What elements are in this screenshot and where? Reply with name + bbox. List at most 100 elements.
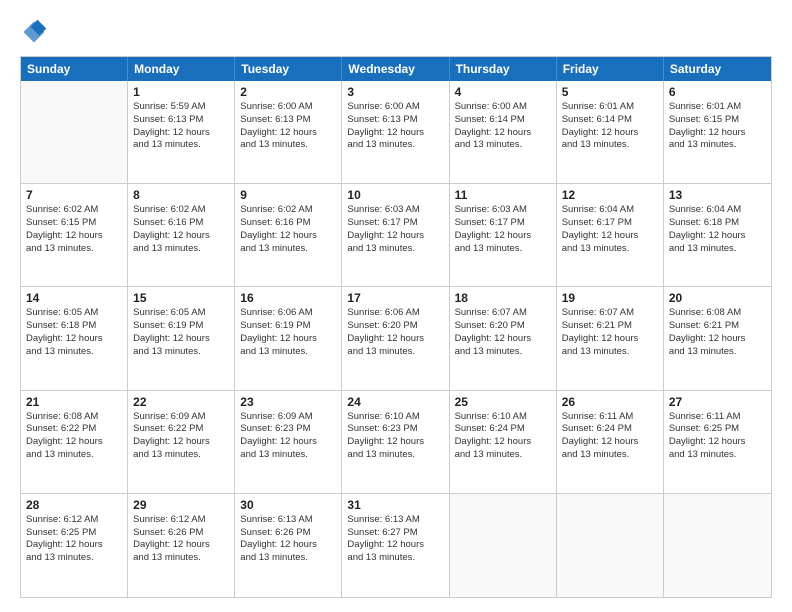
calendar-header: SundayMondayTuesdayWednesdayThursdayFrid…	[21, 57, 771, 81]
day-number: 28	[26, 498, 122, 512]
day-number: 21	[26, 395, 122, 409]
cell-info-line: Daylight: 12 hours	[133, 333, 229, 346]
cell-info-line: Daylight: 12 hours	[133, 127, 229, 140]
calendar-header-cell: Sunday	[21, 57, 128, 81]
cell-info-line: Daylight: 12 hours	[562, 333, 658, 346]
cell-info-line: Daylight: 12 hours	[240, 436, 336, 449]
cell-info-line: Sunset: 6:19 PM	[133, 320, 229, 333]
cell-info-line: and 13 minutes.	[133, 552, 229, 565]
day-number: 6	[669, 85, 766, 99]
cell-info-line: Sunrise: 6:00 AM	[455, 101, 551, 114]
cell-info-line: and 13 minutes.	[26, 346, 122, 359]
cell-info-line: Sunrise: 6:08 AM	[669, 307, 766, 320]
day-number: 9	[240, 188, 336, 202]
calendar-cell: 13Sunrise: 6:04 AMSunset: 6:18 PMDayligh…	[664, 184, 771, 286]
calendar-week-row: 14Sunrise: 6:05 AMSunset: 6:18 PMDayligh…	[21, 287, 771, 390]
calendar-cell: 2Sunrise: 6:00 AMSunset: 6:13 PMDaylight…	[235, 81, 342, 183]
cell-info-line: Daylight: 12 hours	[26, 436, 122, 449]
calendar-cell: 23Sunrise: 6:09 AMSunset: 6:23 PMDayligh…	[235, 391, 342, 493]
cell-info-line: Daylight: 12 hours	[669, 333, 766, 346]
cell-info-line: Sunrise: 6:04 AM	[669, 204, 766, 217]
cell-info-line: Daylight: 12 hours	[347, 230, 443, 243]
cell-info-line: Sunrise: 6:02 AM	[26, 204, 122, 217]
calendar-cell: 19Sunrise: 6:07 AMSunset: 6:21 PMDayligh…	[557, 287, 664, 389]
day-number: 16	[240, 291, 336, 305]
cell-info-line: Sunset: 6:13 PM	[240, 114, 336, 127]
cell-info-line: Sunrise: 6:01 AM	[562, 101, 658, 114]
calendar-cell	[450, 494, 557, 597]
cell-info-line: and 13 minutes.	[455, 139, 551, 152]
calendar-cell: 14Sunrise: 6:05 AMSunset: 6:18 PMDayligh…	[21, 287, 128, 389]
day-number: 31	[347, 498, 443, 512]
cell-info-line: Daylight: 12 hours	[669, 230, 766, 243]
calendar-header-cell: Saturday	[664, 57, 771, 81]
calendar-week-row: 7Sunrise: 6:02 AMSunset: 6:15 PMDaylight…	[21, 184, 771, 287]
cell-info-line: Daylight: 12 hours	[240, 539, 336, 552]
cell-info-line: Sunset: 6:17 PM	[562, 217, 658, 230]
cell-info-line: Sunset: 6:25 PM	[669, 423, 766, 436]
day-number: 1	[133, 85, 229, 99]
day-number: 5	[562, 85, 658, 99]
cell-info-line: Sunrise: 6:09 AM	[240, 411, 336, 424]
cell-info-line: Sunset: 6:13 PM	[133, 114, 229, 127]
calendar-week-row: 1Sunrise: 5:59 AMSunset: 6:13 PMDaylight…	[21, 81, 771, 184]
day-number: 29	[133, 498, 229, 512]
cell-info-line: Sunrise: 6:02 AM	[133, 204, 229, 217]
calendar-cell: 27Sunrise: 6:11 AMSunset: 6:25 PMDayligh…	[664, 391, 771, 493]
day-number: 15	[133, 291, 229, 305]
day-number: 20	[669, 291, 766, 305]
calendar-week-row: 28Sunrise: 6:12 AMSunset: 6:25 PMDayligh…	[21, 494, 771, 597]
header	[20, 18, 772, 46]
cell-info-line: Daylight: 12 hours	[347, 436, 443, 449]
cell-info-line: Sunset: 6:21 PM	[562, 320, 658, 333]
calendar-cell: 30Sunrise: 6:13 AMSunset: 6:26 PMDayligh…	[235, 494, 342, 597]
cell-info-line: Sunset: 6:22 PM	[133, 423, 229, 436]
cell-info-line: Daylight: 12 hours	[562, 127, 658, 140]
cell-info-line: Daylight: 12 hours	[240, 230, 336, 243]
day-number: 25	[455, 395, 551, 409]
calendar-cell: 5Sunrise: 6:01 AMSunset: 6:14 PMDaylight…	[557, 81, 664, 183]
calendar-cell: 22Sunrise: 6:09 AMSunset: 6:22 PMDayligh…	[128, 391, 235, 493]
cell-info-line: Daylight: 12 hours	[669, 436, 766, 449]
cell-info-line: Sunrise: 6:00 AM	[347, 101, 443, 114]
calendar-cell	[664, 494, 771, 597]
day-number: 7	[26, 188, 122, 202]
day-number: 12	[562, 188, 658, 202]
cell-info-line: Daylight: 12 hours	[26, 230, 122, 243]
cell-info-line: and 13 minutes.	[455, 449, 551, 462]
cell-info-line: Sunrise: 6:04 AM	[562, 204, 658, 217]
cell-info-line: and 13 minutes.	[347, 552, 443, 565]
calendar-cell: 18Sunrise: 6:07 AMSunset: 6:20 PMDayligh…	[450, 287, 557, 389]
cell-info-line: Sunset: 6:17 PM	[455, 217, 551, 230]
calendar-cell: 3Sunrise: 6:00 AMSunset: 6:13 PMDaylight…	[342, 81, 449, 183]
calendar-header-cell: Friday	[557, 57, 664, 81]
cell-info-line: Sunrise: 6:06 AM	[347, 307, 443, 320]
cell-info-line: Sunset: 6:19 PM	[240, 320, 336, 333]
cell-info-line: Sunset: 6:24 PM	[455, 423, 551, 436]
day-number: 8	[133, 188, 229, 202]
day-number: 22	[133, 395, 229, 409]
cell-info-line: Sunset: 6:16 PM	[133, 217, 229, 230]
day-number: 23	[240, 395, 336, 409]
cell-info-line: Sunrise: 6:07 AM	[455, 307, 551, 320]
cell-info-line: Sunset: 6:14 PM	[455, 114, 551, 127]
cell-info-line: Daylight: 12 hours	[133, 230, 229, 243]
calendar-body: 1Sunrise: 5:59 AMSunset: 6:13 PMDaylight…	[21, 81, 771, 597]
cell-info-line: Daylight: 12 hours	[26, 333, 122, 346]
cell-info-line: and 13 minutes.	[669, 346, 766, 359]
calendar-cell: 8 Sunrise: 6:02 AMSunset: 6:16 PMDaylight…	[128, 184, 235, 286]
cell-info-line: Sunset: 6:22 PM	[26, 423, 122, 436]
calendar-cell: 26Sunrise: 6:11 AMSunset: 6:24 PMDayligh…	[557, 391, 664, 493]
cell-info-line: and 13 minutes.	[26, 552, 122, 565]
calendar-cell: 16Sunrise: 6:06 AMSunset: 6:19 PMDayligh…	[235, 287, 342, 389]
calendar-header-cell: Tuesday	[235, 57, 342, 81]
cell-info-line: Sunrise: 6:05 AM	[133, 307, 229, 320]
cell-info-line: Daylight: 12 hours	[455, 230, 551, 243]
cell-info-line: Sunset: 6:20 PM	[347, 320, 443, 333]
day-number: 10	[347, 188, 443, 202]
day-number: 27	[669, 395, 766, 409]
cell-info-line: and 13 minutes.	[347, 139, 443, 152]
cell-info-line: Daylight: 12 hours	[455, 436, 551, 449]
cell-info-line: Sunset: 6:18 PM	[26, 320, 122, 333]
cell-info-line: and 13 minutes.	[562, 346, 658, 359]
